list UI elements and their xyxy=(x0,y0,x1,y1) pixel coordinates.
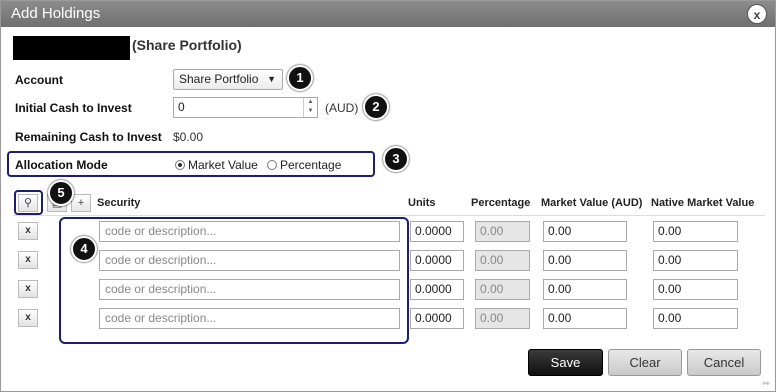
percentage-input: 0.00 xyxy=(475,250,530,271)
close-button[interactable]: x xyxy=(747,4,767,24)
market-value-input[interactable]: 0.00 xyxy=(543,279,627,300)
cancel-button[interactable]: Cancel xyxy=(687,349,761,376)
account-select-value: Share Portfolio xyxy=(179,72,259,86)
radio-market-value-label: Market Value xyxy=(188,158,258,172)
initial-cash-input[interactable]: 0 ▲ ▼ xyxy=(173,97,318,118)
units-input[interactable]: 0.0000 xyxy=(410,221,464,242)
native-value-input[interactable]: 0.00 xyxy=(653,279,738,300)
callout-1: 1 xyxy=(287,65,313,91)
col-native-value: Native Market Value xyxy=(651,197,755,209)
initial-cash-value: 0 xyxy=(178,100,185,114)
native-value-input[interactable]: 0.00 xyxy=(653,250,738,271)
radio-market-value[interactable]: Market Value xyxy=(175,158,258,172)
account-select[interactable]: Share Portfolio ▼ xyxy=(173,69,283,90)
security-highlight xyxy=(59,217,409,344)
add-row-button[interactable]: + xyxy=(71,194,91,212)
remove-row-button[interactable]: x xyxy=(18,309,38,327)
radio-selected-icon xyxy=(175,160,185,170)
radio-percentage[interactable]: Percentage xyxy=(267,158,341,172)
callout-3: 3 xyxy=(383,146,409,172)
remaining-cash-label: Remaining Cash to Invest xyxy=(15,130,162,144)
initial-cash-label: Initial Cash to Invest xyxy=(15,101,132,115)
dialog-title: Add Holdings xyxy=(1,1,775,27)
remove-row-button[interactable]: x xyxy=(18,251,38,269)
col-units: Units xyxy=(408,197,436,209)
units-input[interactable]: 0.0000 xyxy=(410,308,464,329)
remaining-cash-value: $0.00 xyxy=(173,130,204,144)
account-label: Account xyxy=(15,73,63,87)
portfolio-title: (Share Portfolio) xyxy=(132,37,242,53)
percentage-input: 0.00 xyxy=(475,221,530,242)
radio-unselected-icon xyxy=(267,160,277,170)
units-input[interactable]: 0.0000 xyxy=(410,250,464,271)
radio-percentage-label: Percentage xyxy=(280,158,342,172)
chevron-down-icon: ▼ xyxy=(267,74,276,84)
col-percentage: Percentage xyxy=(471,197,531,209)
add-holdings-dialog: Add Holdings x (Share Portfolio) Account… xyxy=(0,0,776,392)
header-divider xyxy=(13,215,765,216)
currency-label: (AUD) xyxy=(325,101,359,115)
units-input[interactable]: 0.0000 xyxy=(410,279,464,300)
save-button[interactable]: Save xyxy=(528,349,603,376)
percentage-input: 0.00 xyxy=(475,308,530,329)
search-icon[interactable]: ⚲ xyxy=(18,194,38,212)
callout-2: 2 xyxy=(363,94,389,120)
redacted-portfolio-name xyxy=(13,36,130,60)
native-value-input[interactable]: 0.00 xyxy=(653,308,738,329)
market-value-input[interactable]: 0.00 xyxy=(543,250,627,271)
resize-handle-icon[interactable]: ⇿ xyxy=(762,378,772,388)
allocation-mode-label: Allocation Mode xyxy=(15,158,108,172)
clear-button[interactable]: Clear xyxy=(608,349,682,376)
callout-5: 5 xyxy=(48,180,74,206)
native-value-input[interactable]: 0.00 xyxy=(653,221,738,242)
percentage-input: 0.00 xyxy=(475,279,530,300)
col-security: Security xyxy=(97,197,141,209)
market-value-input[interactable]: 0.00 xyxy=(543,221,627,242)
callout-4: 4 xyxy=(71,236,97,262)
spinner-icon[interactable]: ▲ ▼ xyxy=(303,98,317,117)
market-value-input[interactable]: 0.00 xyxy=(543,308,627,329)
remove-row-button[interactable]: x xyxy=(18,222,38,240)
remove-row-button[interactable]: x xyxy=(18,280,38,298)
col-market-value: Market Value (AUD) xyxy=(541,197,643,209)
